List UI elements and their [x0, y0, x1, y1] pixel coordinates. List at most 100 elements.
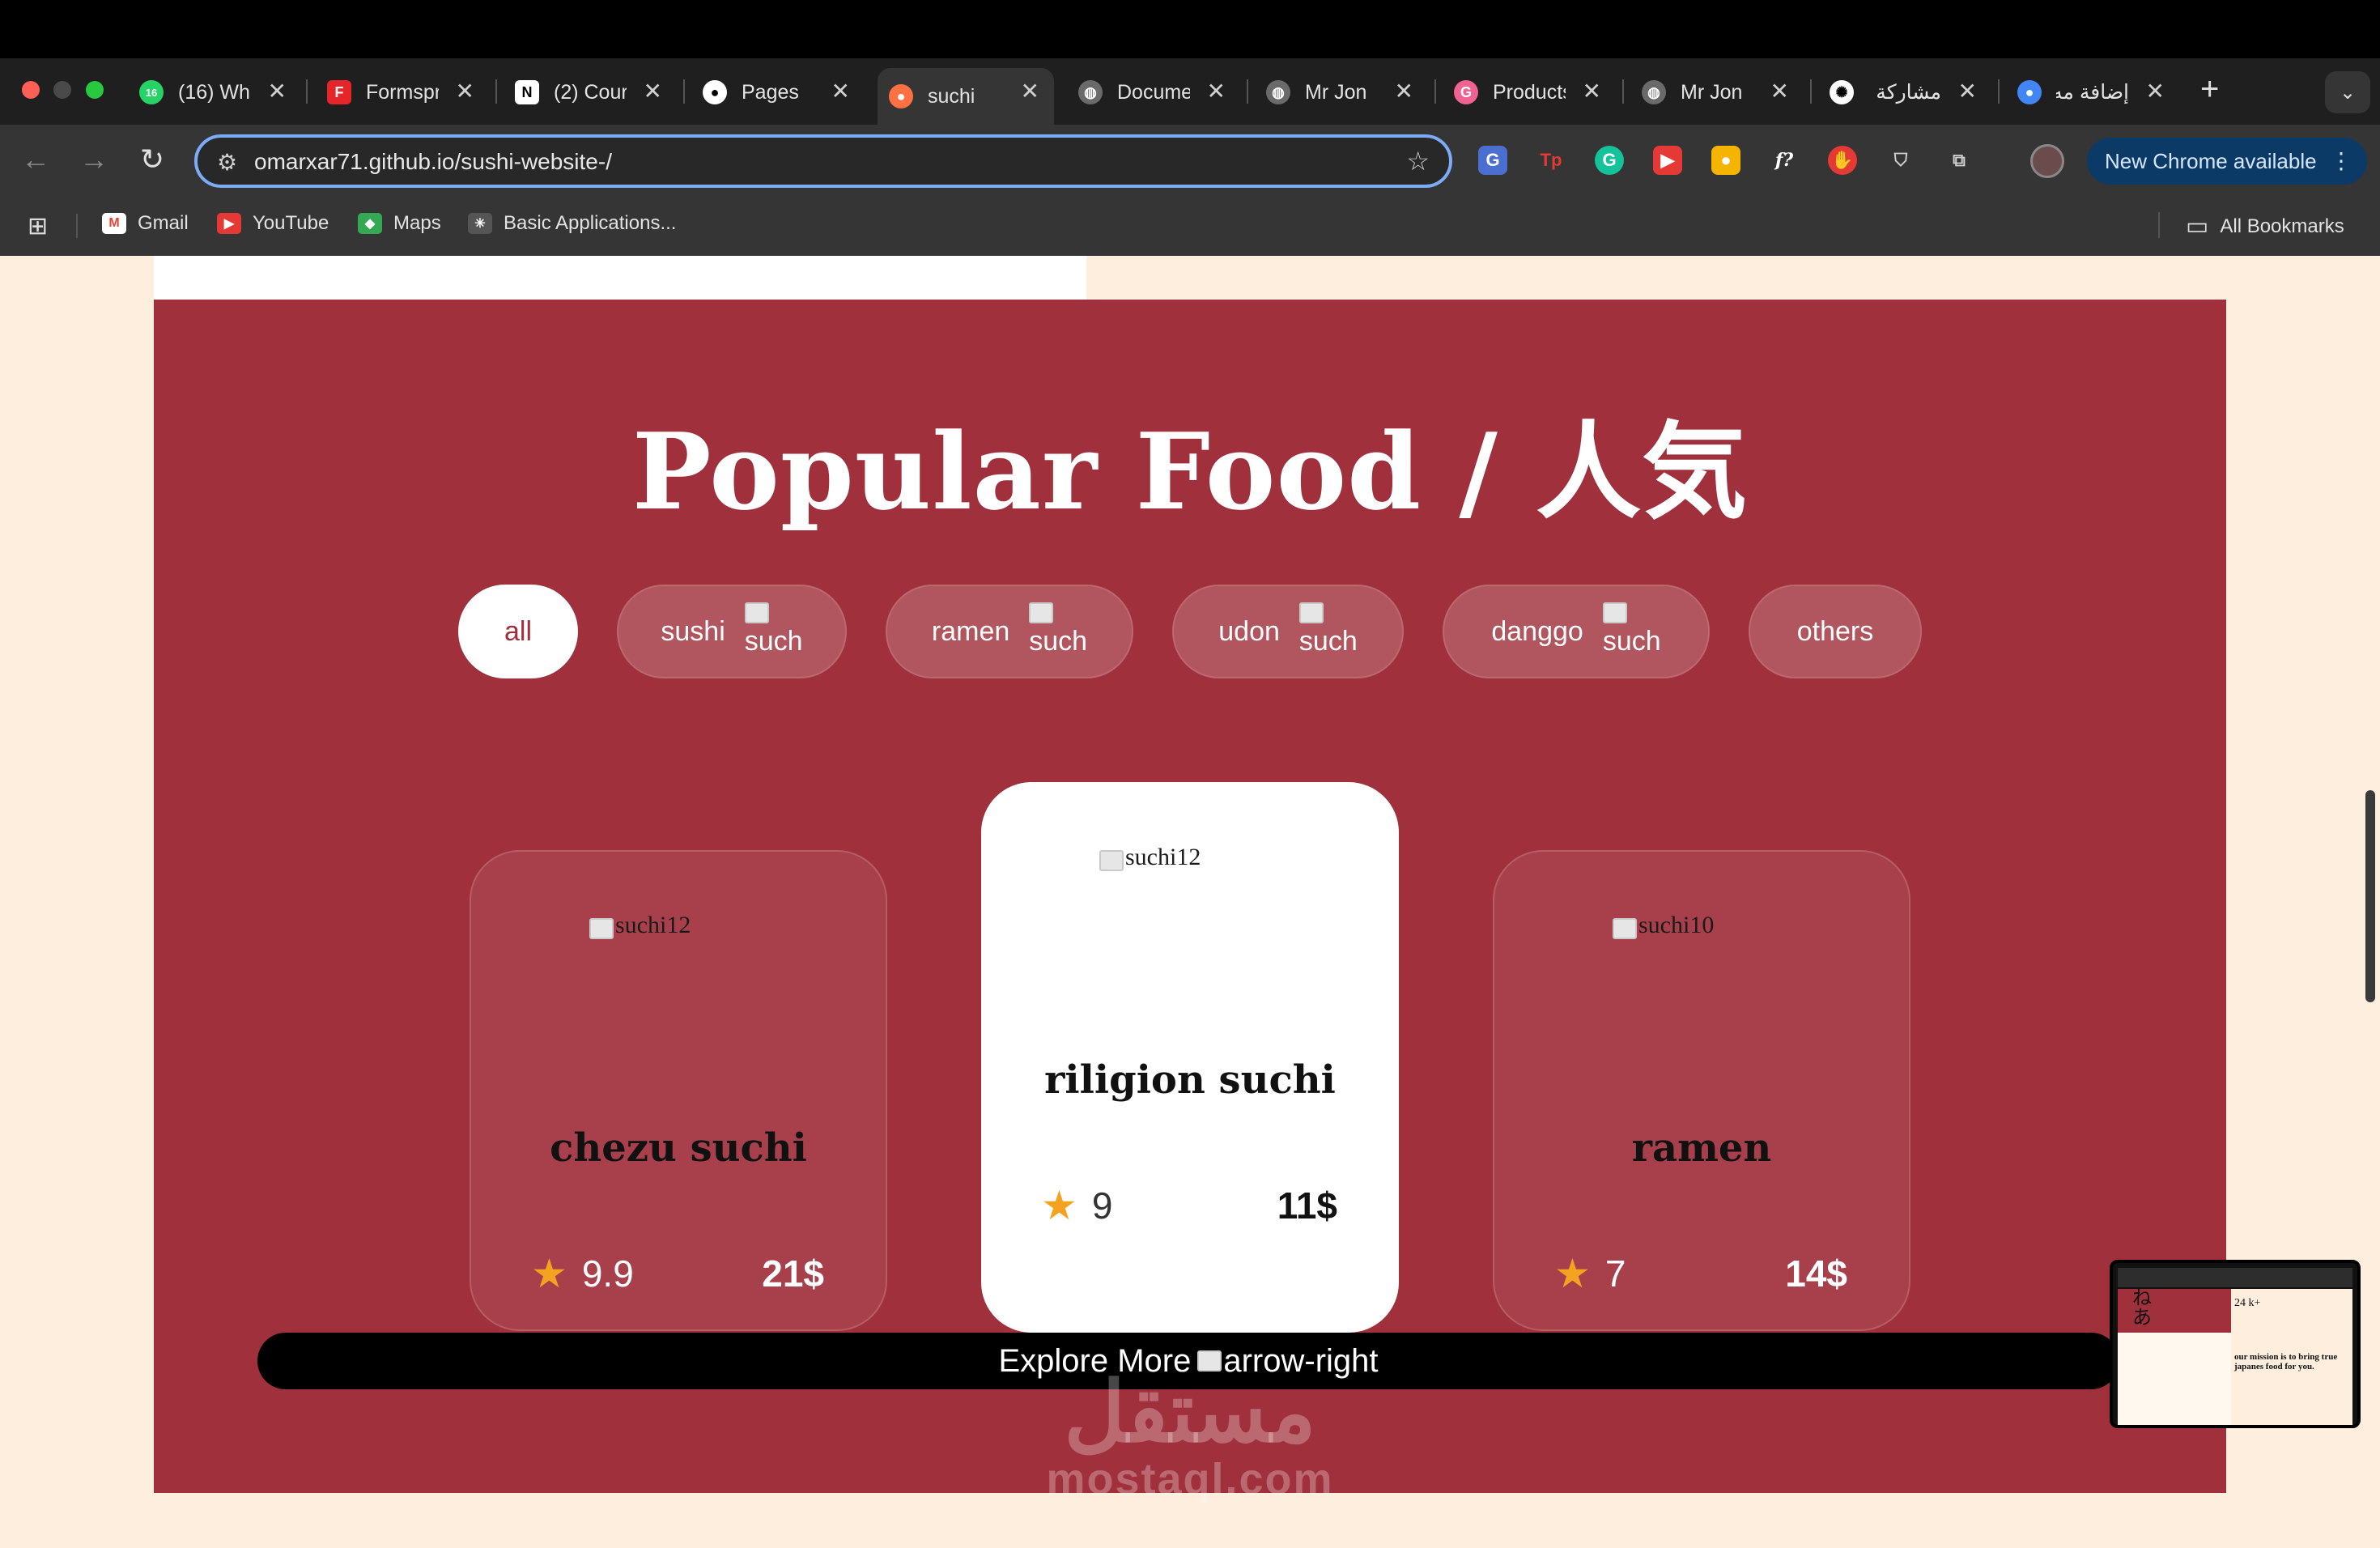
bookmark-star-icon[interactable]: ☆ — [1406, 146, 1430, 176]
tab-formspree[interactable]: F Formspree ✕ — [316, 68, 489, 117]
mostaql-watermark: مستقل mostaql.com — [1046, 1366, 1334, 1503]
gmail-icon: M — [102, 213, 126, 234]
screenshot-thumbnail[interactable]: ね あ 24 k+ our mission is to bring true j… — [2110, 1260, 2361, 1428]
translate-extension-icon[interactable]: G — [1478, 146, 1507, 175]
extensions-puzzle-icon[interactable]: ⧉ — [1944, 146, 1974, 175]
grammarly-icon: G — [1454, 80, 1478, 104]
mac-menubar — [0, 0, 2380, 58]
tab-search-icon[interactable]: ⌄ — [2325, 71, 2370, 113]
food-rating: ★ 9 — [1041, 1183, 1113, 1228]
close-tab-icon[interactable]: ✕ — [1583, 79, 1601, 104]
food-image-broken: suchi10 — [1613, 912, 1714, 939]
shield-extension-icon[interactable]: ⛉ — [1886, 146, 1915, 175]
star-icon: ★ — [1041, 1183, 1077, 1228]
profile-avatar[interactable] — [2030, 144, 2064, 178]
food-price: 11$ — [1277, 1184, 1337, 1227]
tp-extension-icon[interactable]: Tp — [1536, 146, 1566, 175]
globe-icon: ◍ — [1078, 80, 1103, 104]
broken-image: such — [744, 602, 803, 656]
grammarly-extension-icon[interactable]: G — [1595, 146, 1624, 175]
back-icon[interactable]: ← — [16, 142, 55, 176]
minimize-window-button[interactable] — [53, 81, 71, 99]
site-settings-icon[interactable]: ⚙ — [217, 149, 237, 176]
url-text[interactable]: omarxar71.github.io/sushi-website-/ — [254, 149, 612, 175]
close-tab-icon[interactable]: ✕ — [1207, 79, 1226, 104]
forward-icon[interactable]: → — [74, 142, 113, 176]
close-tab-icon[interactable]: ✕ — [1021, 79, 1039, 104]
formula-extension-icon[interactable]: f? — [1770, 146, 1799, 175]
youtube-icon: ▶ — [217, 213, 241, 234]
close-tab-icon[interactable]: ✕ — [456, 79, 474, 104]
sushi-icon: ● — [889, 84, 913, 108]
food-name: riligion suchi — [1044, 1057, 1336, 1103]
food-name: chezu suchi — [550, 1125, 807, 1171]
food-card[interactable]: suchi12 chezu suchi ★ 9.9 21$ — [470, 850, 887, 1331]
globe-icon: ◍ — [1642, 80, 1666, 104]
tab-course[interactable]: N (2) Course ✕ — [504, 68, 677, 117]
youtube-extension-icon[interactable]: ▶ — [1653, 146, 1682, 175]
maximize-window-button[interactable] — [86, 81, 104, 99]
maps-icon: ◆ — [358, 213, 382, 234]
filter-ramen[interactable]: ramen such — [886, 585, 1133, 678]
food-price: 21$ — [762, 1252, 824, 1295]
thumbnail-kana: ね あ — [2118, 1289, 2231, 1333]
close-tab-icon[interactable]: ✕ — [831, 79, 850, 104]
new-tab-icon[interactable]: + — [2200, 71, 2219, 108]
bookmark-gmail[interactable]: M Gmail — [102, 212, 189, 235]
tab-share[interactable]: ✺ مشاركة ✕ — [1818, 68, 1991, 117]
food-image-broken: suchi12 — [1099, 844, 1201, 871]
keep-extension-icon[interactable]: ● — [1711, 146, 1740, 175]
bookmark-basic-applications[interactable]: ✳ Basic Applications... — [468, 212, 676, 235]
apps-grid-icon[interactable]: ⊞ — [28, 212, 48, 240]
food-card-featured[interactable]: suchi12 riligion suchi ★ 9 11$ — [981, 782, 1399, 1333]
new-chrome-available-button[interactable]: New Chrome available ⋮ — [2087, 138, 2367, 185]
close-tab-icon[interactable]: ✕ — [1958, 79, 1977, 104]
all-bookmarks-button[interactable]: ▭ All Bookmarks — [2186, 212, 2344, 240]
folder-icon: ▭ — [2186, 213, 2209, 240]
food-image-broken: suchi12 — [589, 912, 691, 939]
star-icon: ★ — [1554, 1251, 1591, 1296]
github-icon: ● — [703, 80, 727, 104]
filter-danggo[interactable]: danggo such — [1443, 585, 1710, 678]
close-window-button[interactable] — [22, 81, 40, 99]
page-scrollbar[interactable] — [2365, 790, 2375, 1002]
filter-others[interactable]: others — [1749, 585, 1922, 678]
close-tab-icon[interactable]: ✕ — [1395, 79, 1413, 104]
tab-pages[interactable]: ● Pages ✕ — [691, 68, 865, 117]
previous-section-strip — [154, 256, 1086, 300]
bookmark-youtube[interactable]: ▶ YouTube — [217, 212, 329, 235]
close-tab-icon[interactable]: ✕ — [1770, 79, 1789, 104]
thumbnail-number: 24 k+ — [2234, 1297, 2261, 1309]
food-card[interactable]: suchi10 ramen ★ 7 14$ — [1493, 850, 1910, 1331]
menu-dots-icon[interactable]: ⋮ — [2330, 147, 2352, 174]
filter-sushi[interactable]: sushi such — [617, 585, 847, 678]
whatsapp-icon: 16 — [139, 80, 164, 104]
app-icon: ✳ — [468, 213, 492, 234]
reload-icon[interactable]: ↻ — [133, 142, 172, 176]
notion-icon: N — [515, 80, 539, 104]
tab-products[interactable]: G Products ✕ — [1443, 68, 1616, 117]
thumbnail-mission: our mission is to bring true japanes foo… — [2234, 1352, 2338, 1372]
bookmarks-bar — [0, 198, 2380, 256]
tab-add[interactable]: ● إضافة مه ✕ — [2006, 68, 2179, 117]
broken-image: such — [1298, 602, 1358, 656]
close-tab-icon[interactable]: ✕ — [2146, 79, 2165, 104]
filter-all[interactable]: all — [458, 585, 578, 678]
circle-icon: ● — [2017, 80, 2042, 104]
bookmark-maps[interactable]: ◆ Maps — [358, 212, 441, 235]
tab-suchi[interactable]: ● suchi ✕ — [878, 68, 1054, 125]
close-tab-icon[interactable]: ✕ — [644, 79, 662, 104]
tab-document[interactable]: ◍ Document ✕ — [1067, 68, 1240, 117]
broken-image: such — [1602, 602, 1661, 656]
adblock-extension-icon[interactable]: ✋ — [1828, 146, 1857, 175]
tab-mr-jon[interactable]: ◍ Mr Jon ✕ — [1255, 68, 1428, 117]
chatgpt-icon: ✺ — [1830, 80, 1854, 104]
food-price: 14$ — [1785, 1252, 1847, 1295]
tab-whatsapp[interactable]: 16 (16) WhatsApp ✕ — [128, 68, 301, 117]
star-icon: ★ — [531, 1251, 567, 1296]
filter-udon[interactable]: udon such — [1172, 585, 1404, 678]
address-bar[interactable]: ⚙ omarxar71.github.io/sushi-website-/ ☆ — [194, 134, 1452, 188]
tab-mr-jon-2[interactable]: ◍ Mr Jon ✕ — [1630, 68, 1804, 117]
broken-image: such — [1029, 602, 1087, 656]
close-tab-icon[interactable]: ✕ — [268, 79, 287, 104]
